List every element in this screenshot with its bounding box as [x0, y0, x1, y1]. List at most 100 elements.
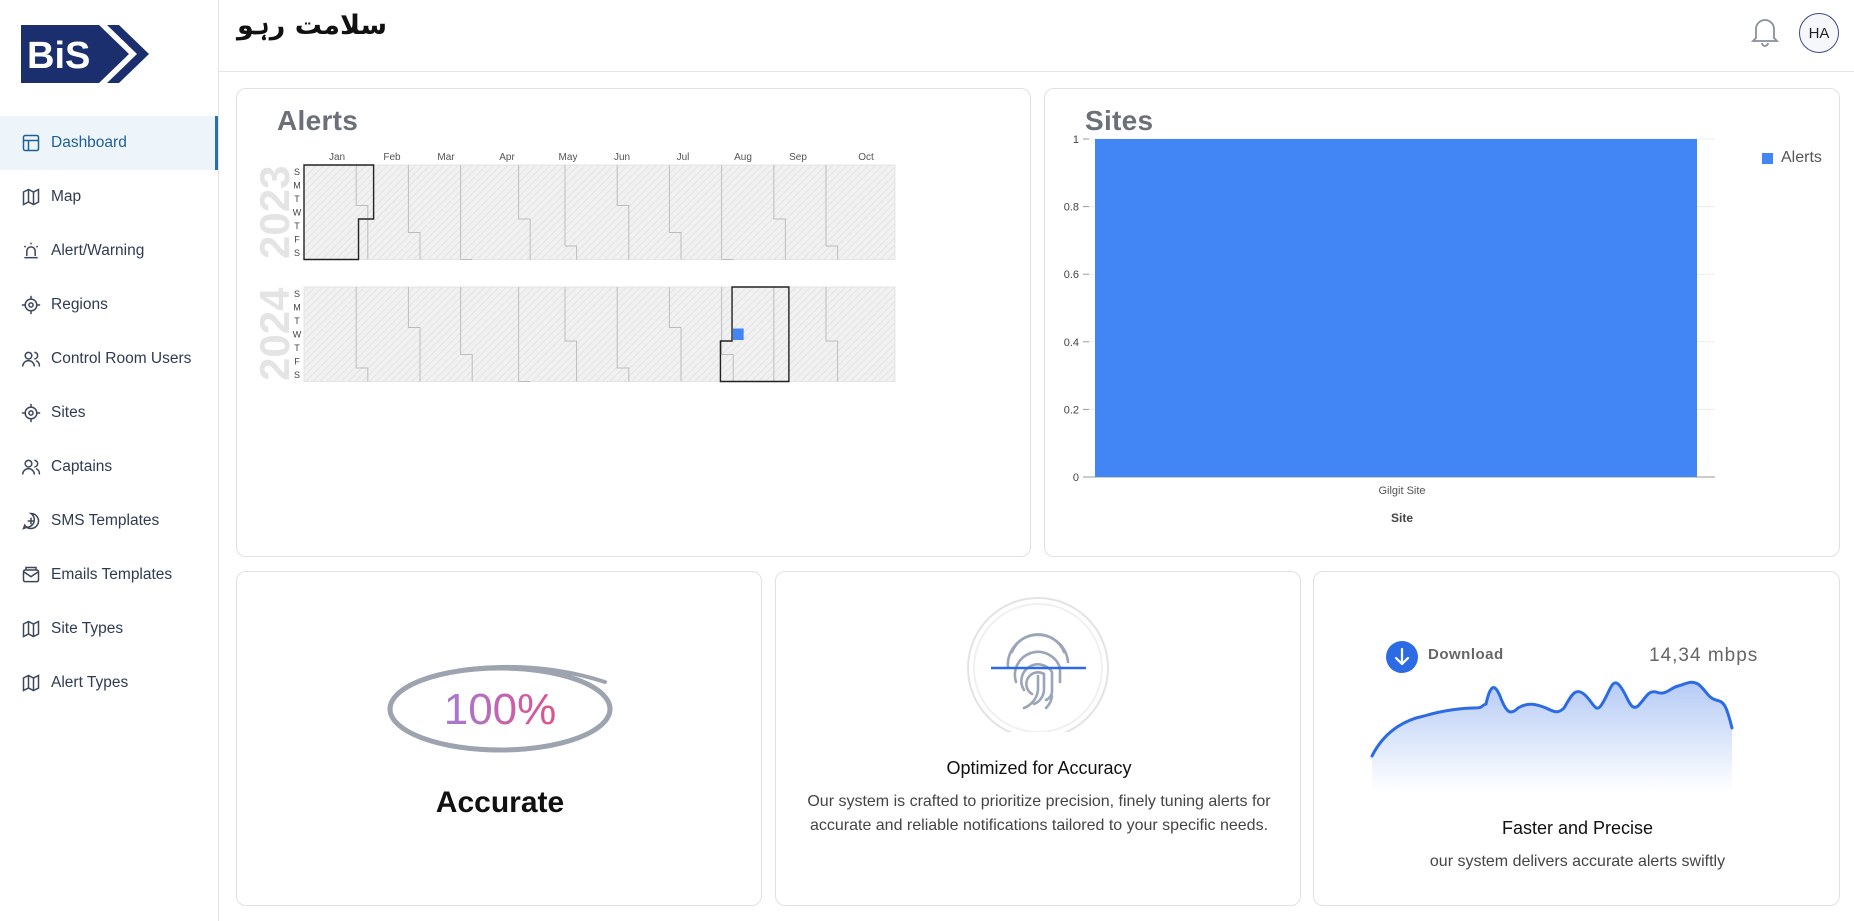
weekday-label: S	[294, 248, 300, 258]
speed-sparkline	[1370, 680, 1734, 792]
alerts-card: Alerts Jan Feb Mar Apr May Jun Jul Aug Sep Oct 20…	[236, 88, 1031, 557]
app-title: سلامت رہو	[237, 10, 388, 41]
optimized-description: Our system is crafted to prioritize prec…	[807, 793, 1271, 834]
calendar-month-labels: Jan Feb Mar Apr May Jun Jul Aug Sep Oct	[329, 152, 874, 163]
target-icon	[21, 295, 41, 315]
y-tick-label: 0.6	[1064, 269, 1079, 281]
sidebar-item-label: Dashboard	[51, 134, 127, 151]
avatar[interactable]: HA	[1799, 13, 1839, 53]
weekday-label: S	[294, 167, 300, 177]
sidebar-item-label: Alert Types	[51, 674, 129, 691]
chart-bars	[1095, 139, 1697, 477]
month-label: May	[559, 152, 578, 163]
accuracy-percent: 100%	[444, 685, 557, 734]
download-icon[interactable]	[1384, 639, 1420, 675]
sidebar-nav: Dashboard Map Alert/Warning Regions Cont…	[0, 116, 218, 710]
sidebar-item-alert-types[interactable]: Alert Types	[0, 656, 218, 710]
month-label: Apr	[499, 152, 515, 163]
sidebar-item-label: SMS Templates	[51, 512, 160, 529]
sidebar-item-label: Alert/Warning	[51, 242, 145, 259]
map-icon	[22, 674, 40, 692]
weekday-label: T	[294, 343, 300, 353]
chart-x-axis-label: Site	[1391, 511, 1413, 525]
sidebar-item-site-types[interactable]: Site Types	[0, 602, 218, 656]
brand-logo[interactable]: BiS	[21, 25, 149, 83]
sidebar-item-label: Site Types	[51, 620, 124, 637]
sidebar-item-label: Sites	[51, 404, 86, 421]
optimized-title: Optimized for Accuracy	[946, 758, 1132, 778]
top-bar: سلامت رہو HA	[219, 0, 1854, 72]
year-label: 2023	[251, 166, 298, 259]
message-plus-icon	[22, 512, 40, 530]
y-tick-label: 1	[1073, 134, 1079, 146]
alert-day-cell	[733, 328, 744, 340]
map-icon	[22, 188, 40, 206]
weekday-label: S	[294, 289, 300, 299]
calendar-year-2024: 2024SMTWTFS	[251, 286, 896, 383]
sidebar-item-sms-templates[interactable]: SMS Templates	[0, 494, 218, 548]
users-icon	[21, 459, 41, 475]
month-label: Mar	[437, 152, 455, 163]
layout-icon	[22, 134, 40, 152]
month-label: Feb	[383, 152, 401, 163]
sidebar-item-label: Map	[51, 188, 82, 205]
y-tick-label: 0.2	[1064, 404, 1079, 416]
alerts-calendar-heatmap: Jan Feb Mar Apr May Jun Jul Aug Sep Oct 2023SMTWT…	[251, 152, 896, 383]
y-tick-label: 0.4	[1064, 337, 1079, 349]
sites-bar-chart: 0 0.2 0.4 0.6 0.8 1 Gilgit Site Site	[1064, 134, 1715, 525]
siren-icon	[23, 242, 39, 259]
weekday-label: S	[294, 370, 300, 380]
optimized-card: Optimized for Accuracy Our system is cra…	[775, 571, 1301, 906]
weekday-label: W	[293, 330, 302, 340]
month-label: Oct	[858, 152, 874, 163]
sidebar-item-label: Control Room Users	[51, 350, 192, 367]
calendar-grid	[303, 286, 896, 382]
y-tick-label: 0	[1073, 472, 1079, 484]
logo-text: BiS	[27, 35, 90, 77]
chart-y-tick-labels: 0 0.2 0.4 0.6 0.8 1	[1064, 134, 1079, 484]
target-icon	[21, 403, 41, 423]
x-tick-label: Gilgit Site	[1378, 485, 1425, 497]
weekday-label: T	[294, 194, 300, 204]
weekday-label: F	[294, 235, 300, 245]
calendar-grid	[303, 164, 896, 260]
fingerprint-icon	[967, 597, 1109, 732]
download-label: Download	[1428, 646, 1504, 663]
sidebar-item-dashboard[interactable]: Dashboard	[0, 116, 218, 170]
sidebar-item-control-room-users[interactable]: Control Room Users	[0, 332, 218, 386]
sidebar-item-emails-templates[interactable]: Emails Templates	[0, 548, 218, 602]
sidebar-item-alert-warning[interactable]: Alert/Warning	[0, 224, 218, 278]
sidebar-item-sites[interactable]: Sites	[0, 386, 218, 440]
mail-icon	[22, 566, 40, 583]
sidebar: BiS Dashboard Map Alert/Warning Regions …	[0, 0, 219, 921]
weekday-label: T	[294, 316, 300, 326]
month-label: Jan	[329, 152, 345, 163]
map-icon	[22, 620, 40, 638]
sidebar-item-label: Emails Templates	[51, 566, 173, 583]
sites-card: Sites Alerts 0 0.2 0.4 0.6 0.8 1 Gilgit Site …	[1044, 88, 1840, 557]
weekday-label: M	[293, 181, 301, 191]
weekday-label: W	[293, 208, 302, 218]
month-label: Aug	[734, 152, 752, 163]
sidebar-item-map[interactable]: Map	[0, 170, 218, 224]
users-icon	[21, 351, 41, 367]
weekday-label: M	[293, 303, 301, 313]
sidebar-item-captains[interactable]: Captains	[0, 440, 218, 494]
speed-card: Download 14,34 mbps Faster and Precise o…	[1313, 571, 1840, 906]
accuracy-card: 100% Accurate	[236, 571, 762, 906]
sidebar-item-regions[interactable]: Regions	[0, 278, 218, 332]
sidebar-item-label: Captains	[51, 458, 113, 475]
accuracy-label: Accurate	[435, 786, 565, 819]
speed-title: Faster and Precise	[1501, 818, 1654, 838]
bell-icon[interactable]	[1750, 15, 1780, 47]
weekday-label: T	[294, 221, 300, 231]
y-tick-label: 0.8	[1064, 202, 1079, 214]
calendar-year-2023: 2023SMTWTFS	[251, 164, 896, 261]
speed-description: our system delivers accurate alerts swif…	[1429, 853, 1726, 870]
download-speed: 14,34 mbps	[1649, 645, 1759, 666]
weekday-label: F	[294, 357, 300, 367]
bar	[1095, 139, 1697, 477]
chart-x-tick-labels: Gilgit Site	[1378, 485, 1425, 497]
month-label: Jul	[677, 152, 690, 163]
month-label: Sep	[789, 152, 807, 163]
